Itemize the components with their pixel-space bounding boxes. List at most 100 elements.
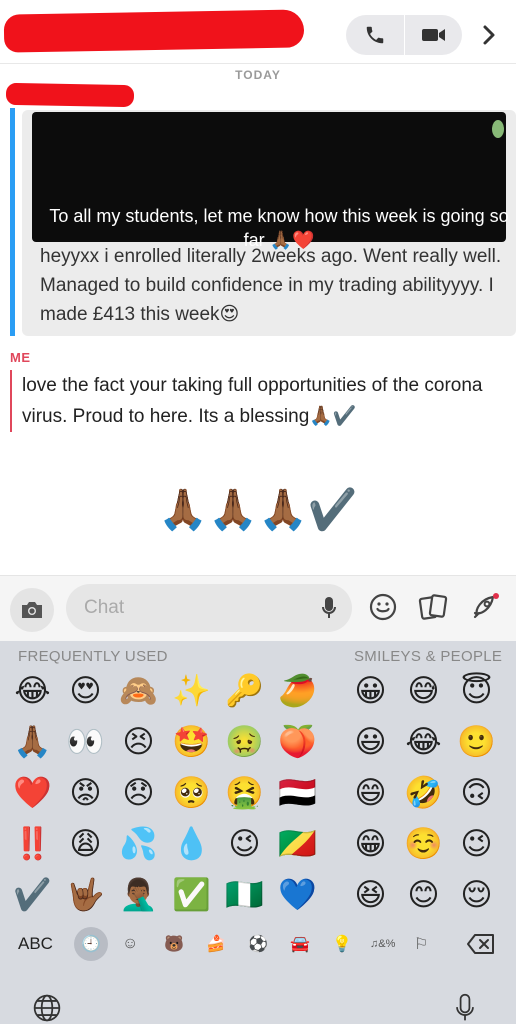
emoji-key[interactable]: 🤢 [218,716,271,767]
category-food[interactable]: 🍰 [206,927,226,961]
snap-reply-card[interactable]: To all my students, let me know how this… [22,110,516,336]
redacted-sender-name [5,82,135,108]
frequently-used-label: FREQUENTLY USED [18,648,168,665]
camera-icon [22,602,42,618]
emoji-row: 😁 ☺️ 😉 [344,818,503,869]
smiley-button[interactable] [366,590,400,624]
emoji-key[interactable]: 🇳🇬 [218,869,271,920]
emoji-key[interactable]: ☺️ [397,818,450,869]
video-call-button[interactable] [404,15,462,55]
emoji-key[interactable]: 😂 [397,716,450,767]
emoji-row: 😆 😊 😌 [344,869,503,920]
emoji-key[interactable]: ✅ [165,869,218,920]
emoji-key[interactable]: 😉 [450,818,503,869]
smiley-icon [369,593,397,621]
emoji-row: ✔️ 🤟🏾 🤦🏾‍♂️ ✅ 🇳🇬 💙 [6,869,324,920]
more-button[interactable] [472,16,506,54]
phone-icon [366,26,384,44]
emoji-key[interactable]: 💦 [112,818,165,869]
emoji-key[interactable]: 😞 [112,767,165,818]
mic-icon[interactable] [322,596,336,625]
emoji-key[interactable]: 💙 [271,869,324,920]
emoji-key[interactable]: 🙏🏾 [6,716,59,767]
chat-input-bar: Chat [0,575,516,641]
emoji-key[interactable]: 🤣 [397,767,450,818]
emoji-row: 😃 😂 🙂 [344,716,503,767]
category-symbols[interactable]: ♫&% [370,927,395,961]
emoji-key[interactable]: 🇾🇪 [271,767,324,818]
emoji-key[interactable]: ✔️ [6,869,59,920]
globe-key[interactable] [30,993,64,1024]
delete-key[interactable] [466,927,496,961]
category-flags[interactable]: ⚐ [414,927,428,961]
emoji-key[interactable]: 😇 [450,665,503,716]
frequent-emoji-grid: 😂 😍 🙈 ✨ 🔑 🥭 🙏🏾 👀 😣 🤩 🤢 🍑 ❤️ 😡 😞 🥺 🤮 🇾🇪 ‼… [6,665,324,920]
video-icon [421,29,445,41]
camera-button[interactable] [10,588,54,632]
abc-key[interactable]: ABC [18,927,53,961]
emoji-row: ❤️ 😡 😞 🥺 🤮 🇾🇪 [6,767,324,818]
emoji-key[interactable]: 🤦🏾‍♂️ [112,869,165,920]
emoji-key[interactable]: 🙈 [112,665,165,716]
emoji-key[interactable]: 😆 [344,869,397,920]
emoji-key[interactable]: 🍑 [271,716,324,767]
snap-thumbnail[interactable]: To all my students, let me know how this… [32,112,509,250]
smileys-label: SMILEYS & PEOPLE [354,648,503,665]
emoji-key[interactable]: 😂 [6,665,59,716]
emoji-key[interactable]: 😍 [59,665,112,716]
emoji-key[interactable]: 😅 [397,665,450,716]
smileys-emoji-grid: 😀 😅 😇 😃 😂 🙂 😄 🤣 🙃 😁 ☺️ 😉 😆 😊 😌 [344,665,503,920]
emoji-key[interactable]: 😩 [59,818,112,869]
emoji-key[interactable]: ❤️ [6,767,59,818]
emoji-key[interactable]: 😉 [218,818,271,869]
emoji-key[interactable]: 🤟🏾 [59,869,112,920]
emoji-key[interactable]: 🙂 [450,716,503,767]
mic-icon [456,993,474,1021]
chat-placeholder: Chat [84,597,125,618]
emoji-key[interactable]: 😁 [344,818,397,869]
voice-call-button[interactable] [346,15,404,55]
emoji-key[interactable]: 😊 [397,869,450,920]
emoji-key[interactable]: 🙃 [450,767,503,818]
category-activity[interactable]: ⚽ [248,927,268,961]
date-divider: TODAY [235,68,281,82]
emoji-key[interactable]: ‼️ [6,818,59,869]
emoji-key[interactable]: 🇨🇬 [271,818,324,869]
emoji-key[interactable]: 🥭 [271,665,324,716]
emoji-key[interactable]: 👀 [59,716,112,767]
emoji-key[interactable]: 😀 [344,665,397,716]
category-animals[interactable]: 🐻 [164,927,184,961]
category-recent[interactable]: 🕘 [74,927,108,961]
emoji-key[interactable]: 😣 [112,716,165,767]
emoji-key[interactable]: 🥺 [165,767,218,818]
emoji-row: 😂 😍 🙈 ✨ 🔑 🥭 [6,665,324,716]
category-objects[interactable]: 💡 [332,927,352,961]
emoji-key[interactable]: 🤮 [218,767,271,818]
emoji-key[interactable]: 😡 [59,767,112,818]
emoji-key[interactable]: 💧 [165,818,218,869]
emoji-key[interactable]: 😌 [450,869,503,920]
backspace-icon [467,934,494,954]
call-buttons [346,15,462,55]
emoji-key[interactable]: ✨ [165,665,218,716]
sent-message-text: love the fact your taking full opportuni… [22,375,483,427]
rocket-button[interactable] [468,590,502,624]
cards-icon [418,594,448,620]
dictation-key[interactable] [452,993,478,1024]
category-travel[interactable]: 🚘 [290,927,310,961]
big-emoji-message: 🙏🏾🙏🏾🙏🏾✔️ [158,488,358,532]
emoji-row: 🙏🏾 👀 😣 🤩 🤢 🍑 [6,716,324,767]
emoji-row: 😄 🤣 🙃 [344,767,503,818]
category-smileys[interactable]: ☺ [122,927,138,961]
emoji-key[interactable]: 😄 [344,767,397,818]
emoji-row: 😀 😅 😇 [344,665,503,716]
chevron-right-icon [483,25,495,45]
cards-button[interactable] [416,590,450,624]
emoji-key[interactable]: 😃 [344,716,397,767]
chat-input[interactable]: Chat [66,584,352,632]
sender-indicator-bar [10,108,15,336]
emoji-key[interactable]: 🤩 [165,716,218,767]
emoji-row: ‼️ 😩 💦 💧 😉 🇨🇬 [6,818,324,869]
reply-message-text: heyyxx i enrolled literally 2weeks ago. … [40,246,502,325]
emoji-key[interactable]: 🔑 [218,665,271,716]
